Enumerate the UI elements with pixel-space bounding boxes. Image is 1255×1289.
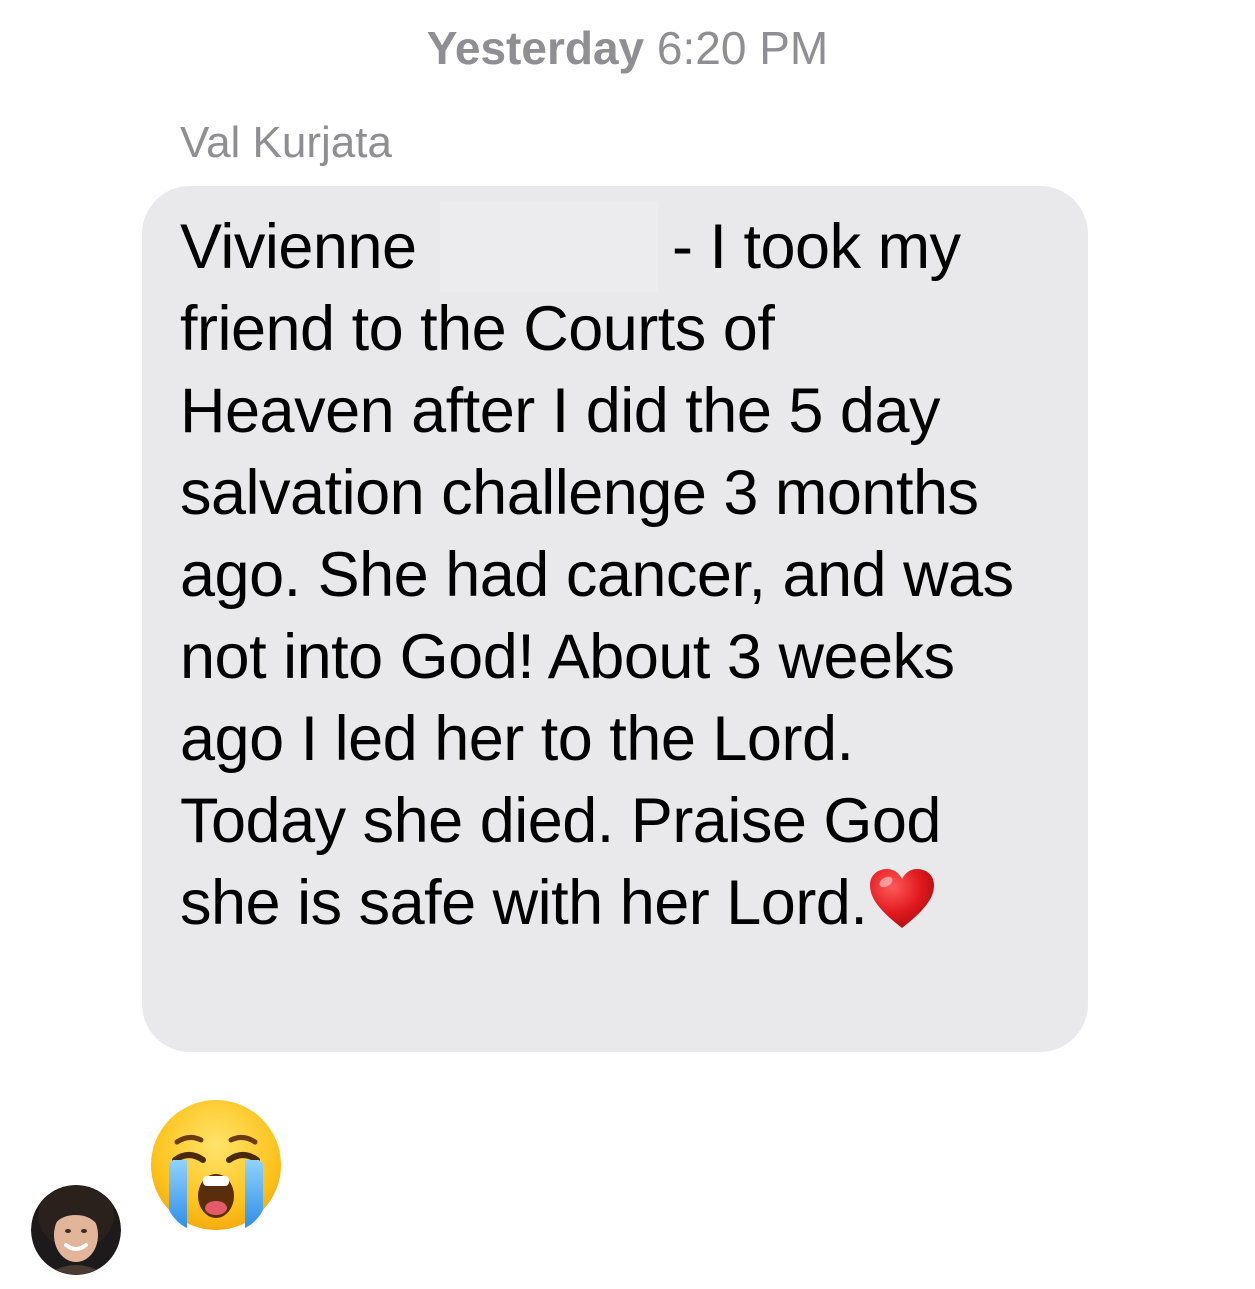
loudly-crying-face-icon[interactable]	[149, 1098, 283, 1232]
sender-name: Val Kurjata	[180, 118, 392, 167]
message-line: - I took my	[672, 212, 961, 282]
message-line: ago. She had cancer, and was	[180, 540, 1014, 610]
message-line: friend to the Courts of	[180, 294, 775, 364]
timestamp-day: Yesterday	[426, 22, 645, 74]
message-timestamp: Yesterday 6:20 PM	[0, 20, 1255, 76]
redacted-name-block	[440, 202, 658, 292]
message-bubble[interactable]: Vivienne - I took my friend to the Court…	[142, 186, 1088, 1052]
message-line: salvation challenge 3 months	[180, 458, 979, 528]
message-line: not into God! About 3 weeks	[180, 622, 955, 692]
message-line: Vivienne	[180, 212, 417, 282]
message-line: she is safe with her Lord.	[180, 868, 868, 938]
red-heart-icon	[870, 869, 935, 928]
sender-avatar[interactable]	[31, 1185, 121, 1275]
timestamp-time: 6:20 PM	[656, 22, 829, 74]
message-line: Today she died. Praise God	[180, 786, 941, 856]
message-last-line: she is safe with her Lord.	[180, 862, 935, 944]
message-line: Heaven after I did the 5 day	[180, 376, 941, 446]
message-line: ago I led her to the Lord.	[180, 704, 854, 774]
